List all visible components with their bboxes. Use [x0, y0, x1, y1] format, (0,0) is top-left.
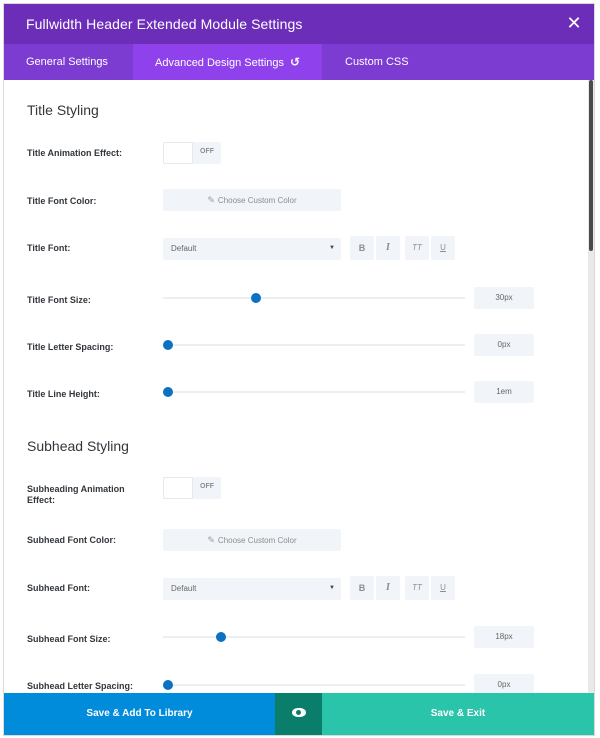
subhead-underline-button[interactable]: U: [431, 576, 455, 600]
title-line-height-label: Title Line Height:: [27, 389, 100, 399]
title-font-size-value[interactable]: 30px: [474, 287, 534, 309]
subhead-font-label: Subhead Font:: [27, 583, 90, 593]
subhead-font-size-label: Subhead Font Size:: [27, 634, 111, 644]
eye-icon: [292, 708, 306, 717]
reset-icon[interactable]: ↺: [290, 44, 300, 80]
subhead-animation-label: Subheading Animation Effect:: [27, 484, 125, 505]
scrollbar[interactable]: [588, 80, 594, 693]
title-font-select[interactable]: Default ▼: [163, 238, 341, 260]
subhead-font-color-label: Subhead Font Color:: [27, 535, 116, 545]
section-title-subhead-styling: Subhead Styling: [27, 438, 129, 454]
title-line-height-slider[interactable]: [163, 387, 465, 397]
section-title-title-styling: Title Styling: [27, 102, 99, 118]
title-choose-color-button[interactable]: ✎ Choose Custom Color: [163, 189, 341, 211]
settings-content: Title Styling Title Animation Effect: OF…: [4, 80, 594, 693]
title-bold-button[interactable]: B: [350, 236, 374, 260]
select-value: Default: [171, 244, 197, 253]
toggle-state: OFF: [200, 483, 214, 490]
title-font-size-slider[interactable]: [163, 293, 465, 303]
save-exit-button[interactable]: Save & Exit: [322, 693, 594, 735]
module-settings-modal: Fullwidth Header Extended Module Setting…: [4, 4, 594, 735]
title-uppercase-button[interactable]: TT: [405, 236, 429, 260]
choose-color-label: Choose Custom Color: [217, 196, 297, 205]
tab-custom-css[interactable]: Custom CSS: [323, 44, 431, 80]
title-font-size-label: Title Font Size:: [27, 295, 91, 305]
eyedropper-icon: ✎: [207, 195, 215, 205]
slider-handle[interactable]: [251, 293, 261, 303]
preview-button[interactable]: [275, 693, 322, 735]
close-icon[interactable]: ✕: [554, 4, 594, 44]
chevron-down-icon: ▼: [329, 245, 335, 251]
select-value: Default: [171, 584, 197, 593]
title-letter-spacing-slider[interactable]: [163, 340, 465, 350]
tab-label: Custom CSS: [345, 56, 409, 68]
title-italic-button[interactable]: I: [376, 236, 400, 260]
subhead-font-size-slider[interactable]: [163, 632, 465, 642]
save-add-to-library-button[interactable]: Save & Add To Library: [4, 693, 275, 735]
toggle-knob: [163, 142, 193, 164]
subhead-animation-toggle[interactable]: OFF: [163, 477, 221, 499]
tab-label: General Settings: [26, 56, 108, 68]
settings-panel: Title Styling Title Animation Effect: OF…: [4, 80, 594, 693]
tab-label: Advanced Design Settings: [155, 57, 285, 69]
slider-handle[interactable]: [163, 340, 173, 350]
chevron-down-icon: ▼: [329, 585, 335, 591]
slider-handle[interactable]: [163, 387, 173, 397]
modal-title: Fullwidth Header Extended Module Setting…: [26, 16, 303, 32]
slider-handle[interactable]: [216, 632, 226, 642]
subhead-font-size-value[interactable]: 18px: [474, 626, 534, 648]
settings-tabs: General Settings Advanced Design Setting…: [4, 44, 594, 80]
subhead-letter-spacing-value[interactable]: 0px: [474, 674, 534, 693]
title-font-color-label: Title Font Color:: [27, 196, 97, 206]
modal-header: Fullwidth Header Extended Module Setting…: [4, 4, 594, 44]
eyedropper-icon: ✎: [207, 535, 215, 545]
title-letter-spacing-label: Title Letter Spacing:: [27, 342, 114, 352]
title-line-height-value[interactable]: 1em: [474, 381, 534, 403]
subhead-font-select[interactable]: Default ▼: [163, 578, 341, 600]
title-font-label: Title Font:: [27, 243, 71, 253]
subhead-choose-color-button[interactable]: ✎ Choose Custom Color: [163, 529, 341, 551]
scrollbar-thumb[interactable]: [589, 80, 593, 251]
subhead-uppercase-button[interactable]: TT: [405, 576, 429, 600]
subhead-bold-button[interactable]: B: [350, 576, 374, 600]
toggle-state: OFF: [200, 148, 214, 155]
subhead-letter-spacing-label: Subhead Letter Spacing:: [27, 681, 134, 691]
tab-general-settings[interactable]: General Settings: [4, 44, 130, 80]
title-animation-toggle[interactable]: OFF: [163, 142, 221, 164]
title-animation-label: Title Animation Effect:: [27, 148, 123, 158]
title-underline-button[interactable]: U: [431, 236, 455, 260]
toggle-knob: [163, 477, 193, 499]
subhead-letter-spacing-slider[interactable]: [163, 680, 465, 690]
slider-handle[interactable]: [163, 680, 173, 690]
eye-pupil: [296, 710, 301, 715]
title-letter-spacing-value[interactable]: 0px: [474, 334, 534, 356]
modal-footer: Save & Add To Library Save & Exit: [4, 693, 594, 735]
choose-color-label: Choose Custom Color: [217, 536, 297, 545]
subhead-italic-button[interactable]: I: [376, 576, 400, 600]
tab-advanced-design-settings[interactable]: Advanced Design Settings ↺: [133, 44, 323, 80]
